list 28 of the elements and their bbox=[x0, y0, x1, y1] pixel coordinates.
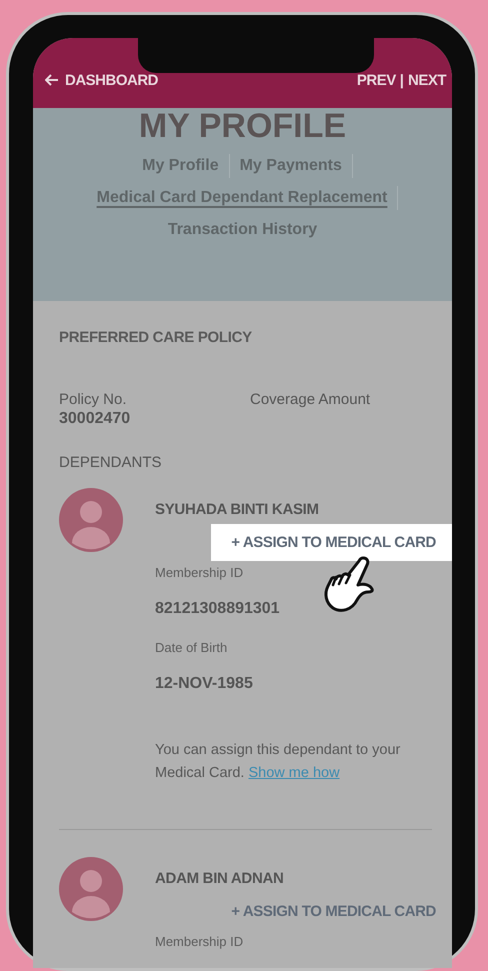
back-link[interactable]: DASHBOARD bbox=[45, 72, 158, 88]
field-label: Date of Birth bbox=[155, 640, 228, 655]
back-arrow-icon bbox=[45, 74, 59, 86]
show-me-how-link[interactable]: Show me how bbox=[248, 765, 340, 781]
nav-separator: | bbox=[400, 72, 404, 88]
page-title: MY PROFILE bbox=[138, 108, 346, 138]
next-link[interactable]: NEXT bbox=[408, 72, 446, 88]
policy-field-label: Coverage Amount bbox=[250, 391, 372, 408]
policy-field-label: Policy No. bbox=[59, 391, 128, 408]
field-value: 12-NOV-1985 bbox=[155, 675, 254, 693]
dependant-name: ADAM BIN ADNAN bbox=[155, 870, 285, 887]
policy-title: PREFERRED CARE POLICY bbox=[59, 329, 253, 346]
dependants-heading: DEPENDANTS bbox=[59, 454, 163, 471]
avatar-icon bbox=[59, 488, 123, 552]
policy-field-value: 30002470 bbox=[59, 410, 132, 428]
field-label: Membership ID bbox=[155, 565, 244, 580]
profile-tab[interactable]: Medical Card Dependant Replacement bbox=[86, 186, 398, 210]
avatar-icon bbox=[59, 857, 123, 921]
assign-button[interactable]: + ASSIGN TO MEDICAL CARD bbox=[211, 524, 452, 561]
field-label: Membership ID bbox=[155, 934, 244, 949]
field-value: 82121308891301 bbox=[155, 600, 281, 618]
profile-tab[interactable]: My Payments bbox=[230, 154, 353, 178]
assign-hint: You can assign this dependant to your Medical Card. Show me how bbox=[155, 741, 402, 783]
assign-button[interactable]: + ASSIGN TO MEDICAL CARD bbox=[211, 893, 452, 930]
profile-tab[interactable]: Transaction History bbox=[158, 218, 328, 242]
profile-tab[interactable]: My Profile bbox=[132, 154, 230, 178]
dependant-name: SYUHADA BINTI KASIM bbox=[155, 501, 320, 518]
prev-link[interactable]: PREV bbox=[356, 72, 396, 88]
